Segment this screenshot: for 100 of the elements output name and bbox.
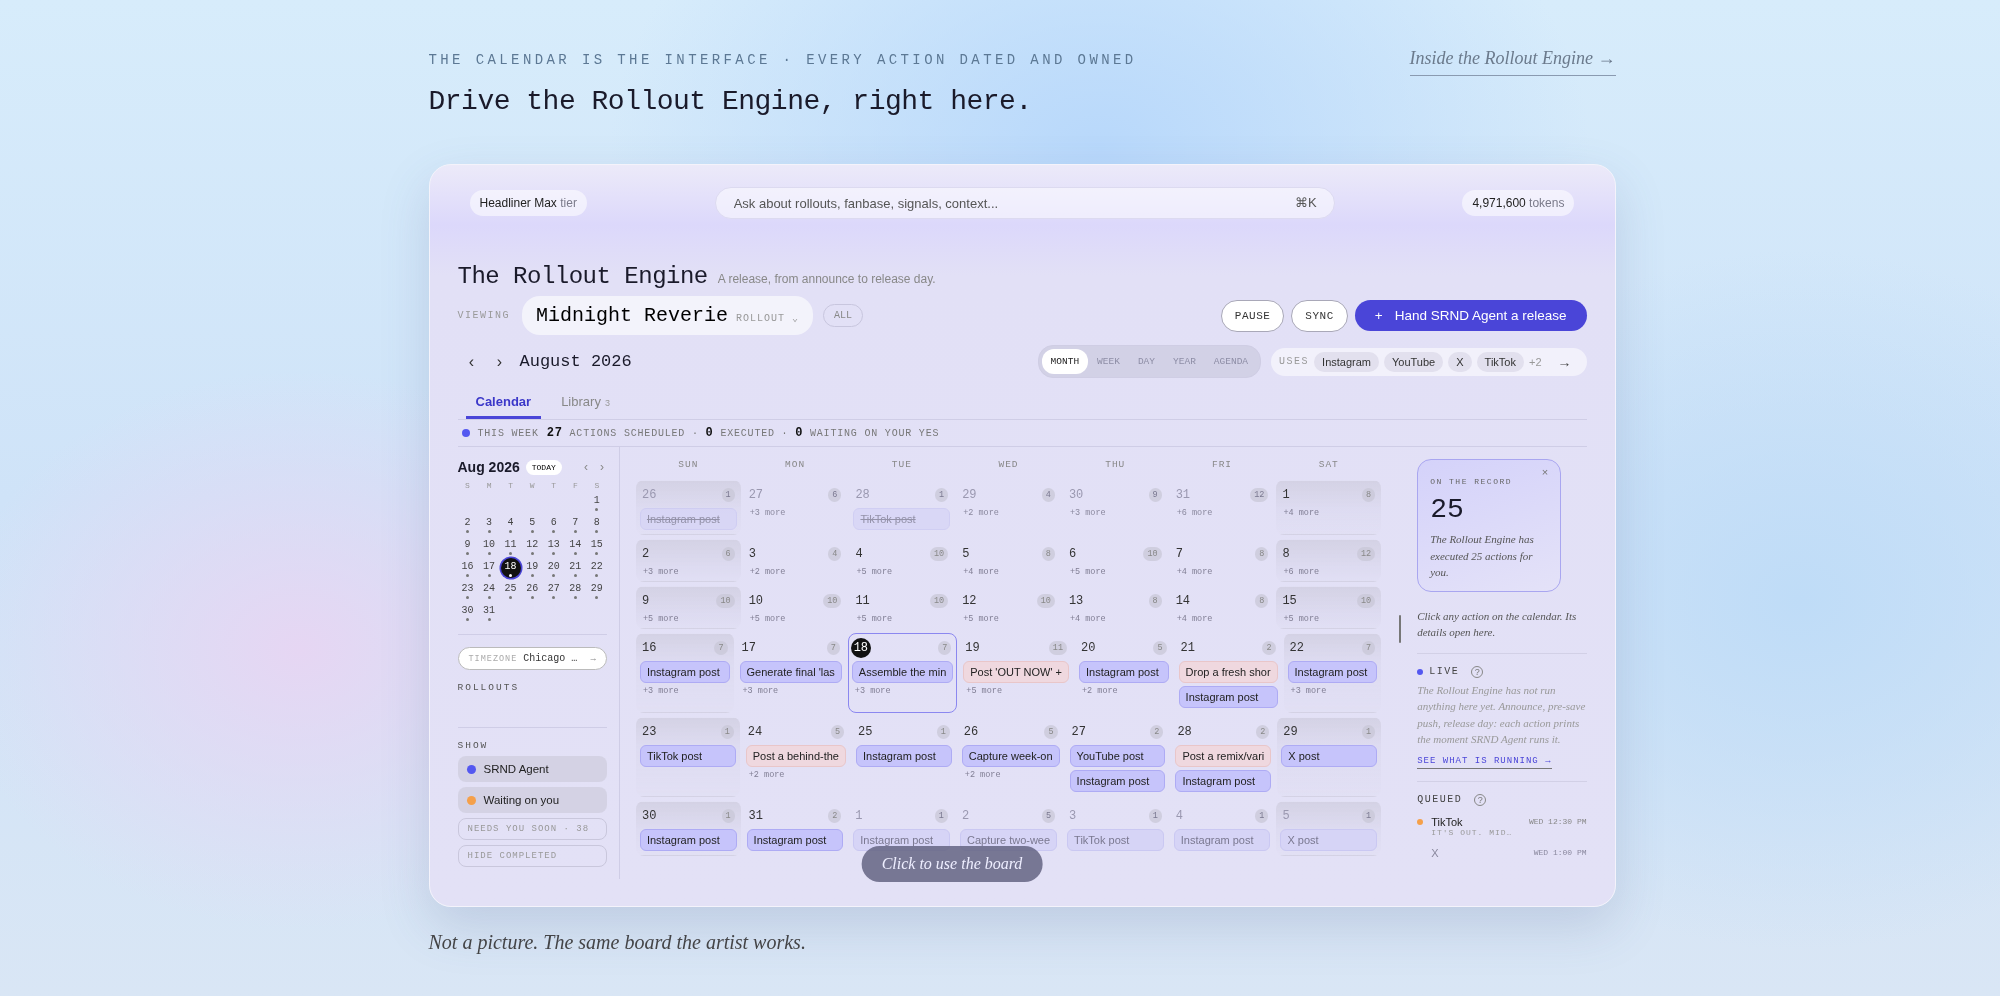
- mini-calendar-day[interactable]: 25: [500, 580, 521, 600]
- event-chip[interactable]: Instagram post: [1178, 686, 1278, 708]
- weekday-label: T: [507, 481, 515, 490]
- day-number: 1: [855, 809, 863, 823]
- weekday-label: F: [571, 481, 579, 490]
- day-cell[interactable]: 1 8 +4 more: [1276, 480, 1382, 535]
- next-month-button[interactable]: ›: [485, 352, 514, 371]
- mini-calendar-day[interactable]: 24: [479, 580, 500, 600]
- day-cell[interactable]: 8 12 +6 more: [1276, 539, 1382, 582]
- day-cell[interactable]: 2 6 +3 more: [635, 539, 741, 582]
- event-chip[interactable]: Post a remix/vari: [1175, 745, 1272, 767]
- mini-calendar-title: Aug 2026: [457, 459, 520, 475]
- queued-title[interactable]: TikTok: [1431, 815, 1525, 828]
- scroll-thumb[interactable]: [1399, 615, 1402, 643]
- mini-calendar-day[interactable]: 4: [500, 514, 521, 534]
- day-cell[interactable]: 22 7 Instagram post +3 more: [1283, 633, 1382, 713]
- event-chip[interactable]: Instagram post: [1079, 661, 1169, 683]
- event-chip[interactable]: Instagram post: [746, 829, 844, 851]
- day-cell[interactable]: 18 7 Assemble the min +3 more: [847, 633, 958, 713]
- event-chip[interactable]: YouTube post: [1069, 745, 1166, 767]
- rollout-engine-link[interactable]: Inside the Rollout Engine →: [1409, 48, 1616, 76]
- event-chip[interactable]: Assemble the min: [851, 661, 954, 683]
- action-count: 7: [1362, 641, 1376, 655]
- mini-calendar-day[interactable]: 3: [479, 514, 500, 534]
- action-button[interactable]: SYNC: [1291, 299, 1348, 332]
- action-count: 4: [1041, 488, 1055, 502]
- event-chip[interactable]: Instagram post: [639, 661, 730, 683]
- event-chip[interactable]: X post: [1281, 745, 1378, 767]
- event-chip[interactable]: Instagram post: [639, 829, 737, 851]
- mini-calendar-day[interactable]: 23: [457, 580, 478, 600]
- event-chip[interactable]: Instagram post: [856, 745, 952, 767]
- mini-calendar-day[interactable]: 18: [500, 558, 521, 578]
- mini-calendar-day[interactable]: 11: [500, 536, 521, 556]
- mini-calendar-day[interactable]: 2: [457, 514, 478, 534]
- action-count: 1: [720, 725, 734, 739]
- event-chip[interactable]: Post a behind-the: [745, 745, 846, 767]
- action-count: 9: [1148, 488, 1162, 502]
- event-chip[interactable]: Drop a fresh shor: [1178, 661, 1278, 683]
- day-cell[interactable]: 9 10 +5 more: [635, 586, 741, 629]
- mini-calendar-day[interactable]: 28: [565, 580, 586, 600]
- month-title: August 2026: [519, 352, 632, 371]
- mini-calendar-day[interactable]: 6: [543, 514, 564, 534]
- mini-calendar-day[interactable]: 21: [565, 558, 586, 578]
- day-number: 1: [1282, 488, 1290, 502]
- day-cell[interactable]: 23 1 TikTok post: [635, 717, 740, 797]
- mini-calendar-day[interactable]: 20: [543, 558, 564, 578]
- event-chip[interactable]: Instagram post: [1287, 661, 1378, 683]
- mini-calendar-day[interactable]: 29: [586, 580, 607, 600]
- action-count: 8: [1148, 594, 1162, 608]
- day-cell[interactable]: 30 1 Instagram post: [635, 801, 741, 856]
- previous-month-button[interactable]: ‹: [457, 352, 486, 371]
- mini-calendar-day[interactable]: 16: [457, 558, 478, 578]
- day-number: 3: [1069, 809, 1077, 823]
- hand-release-button[interactable]: + Hand SRND Agent a release: [1354, 300, 1587, 331]
- action-count: 10: [1036, 594, 1055, 608]
- filter-item[interactable]: SRND Agent: [457, 756, 607, 782]
- filter-item[interactable]: Waiting on you: [457, 787, 607, 813]
- mini-calendar-day[interactable]: 14: [565, 536, 586, 556]
- weekday-header: MON: [784, 459, 807, 472]
- use-board-button[interactable]: Click to use the board: [861, 846, 1043, 882]
- mini-calendar-day[interactable]: 22: [586, 558, 607, 578]
- mini-calendar-day[interactable]: 1: [586, 492, 607, 512]
- day-number: 8: [1282, 547, 1290, 561]
- event-chip[interactable]: Generate final 'las: [739, 661, 842, 683]
- today-button[interactable]: TODAY: [525, 459, 562, 475]
- mini-calendar-day[interactable]: 13: [543, 536, 564, 556]
- action-count: 10: [823, 594, 842, 608]
- tab[interactable]: Calendar: [465, 388, 542, 419]
- action-count: 1: [1255, 809, 1269, 823]
- event-chip[interactable]: Instagram post: [1175, 770, 1272, 792]
- mini-calendar-day[interactable]: 17: [479, 558, 500, 578]
- mini-calendar-day[interactable]: 10: [479, 536, 500, 556]
- action-count: 5: [1042, 809, 1056, 823]
- mini-calendar-day[interactable]: 27: [543, 580, 564, 600]
- timezone-selector[interactable]: TIMEZONE Chicago … →: [457, 647, 607, 670]
- mini-calendar-day[interactable]: 5: [522, 514, 543, 534]
- day-cell[interactable]: 29 1 X post: [1277, 717, 1382, 797]
- mini-calendar-day[interactable]: 19: [522, 558, 543, 578]
- event-chip[interactable]: Instagram post: [1069, 770, 1166, 792]
- day-cell[interactable]: 15 10 +5 more: [1276, 586, 1382, 629]
- day-cell[interactable]: 16 7 Instagram post +3 more: [635, 633, 734, 713]
- mini-calendar-day[interactable]: 30: [457, 602, 478, 622]
- mini-calendar-day[interactable]: 26: [522, 580, 543, 600]
- mini-calendar-day[interactable]: 12: [522, 536, 543, 556]
- action-count: 1: [936, 725, 950, 739]
- mini-calendar-day[interactable]: 8: [586, 514, 607, 534]
- day-number: 2: [961, 809, 970, 823]
- running-link[interactable]: SEE WHAT IS RUNNING →: [1417, 755, 1552, 769]
- mini-calendar-day[interactable]: 9: [457, 536, 478, 556]
- day-number: 21: [1180, 641, 1195, 655]
- event-chip[interactable]: Post 'OUT NOW' +: [963, 661, 1069, 683]
- mini-calendar-day[interactable]: 31: [479, 602, 500, 622]
- arrow-button[interactable]: →: [1550, 353, 1579, 370]
- event-chip[interactable]: TikTok post: [639, 745, 736, 767]
- view-tab[interactable]: MONTH: [1041, 349, 1089, 374]
- rollout-selector[interactable]: Midnight Reverie ROLLOUT ⌄: [522, 296, 814, 335]
- mini-calendar-day[interactable]: 15: [586, 536, 607, 556]
- event-chip[interactable]: Capture week-on: [961, 745, 1060, 767]
- mini-calendar-day[interactable]: 7: [565, 514, 586, 534]
- action-button[interactable]: PAUSE: [1220, 299, 1285, 332]
